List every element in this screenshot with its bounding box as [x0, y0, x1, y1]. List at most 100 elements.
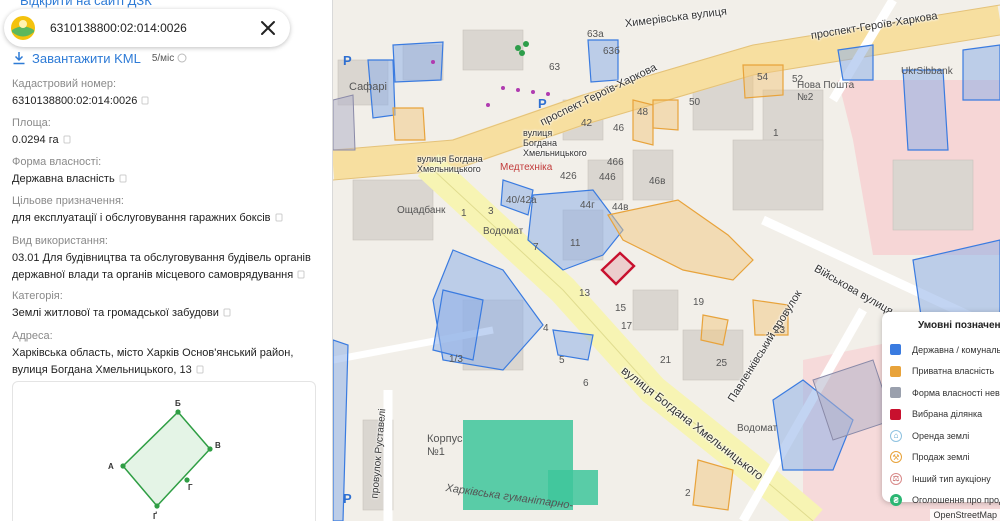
house-number: 63: [549, 62, 561, 73]
house-number: 7: [533, 242, 539, 253]
hryvnia-icon: ₴: [890, 494, 902, 507]
street-label: вулиця Богдана Хмельницького: [417, 154, 483, 174]
copy-icon[interactable]: [63, 135, 72, 144]
house-number: 1/3: [449, 354, 463, 365]
copy-icon[interactable]: [119, 174, 128, 183]
parcel-info-panel: Відкрити на сайті ДЗК 6310138800:02:014:…: [0, 0, 333, 521]
house-number: 4: [543, 323, 549, 334]
house-number: 50: [689, 97, 701, 108]
copy-icon[interactable]: [141, 96, 150, 105]
search-input[interactable]: 6310138800:02:014:0026: [50, 21, 258, 35]
house-number: 23: [774, 325, 786, 336]
house-number: 1: [461, 208, 467, 219]
legend-label: Вибрана ділянка: [912, 409, 983, 420]
poi-label: Ощадбанк: [397, 205, 446, 216]
legend-item: Форма власності невідома: [890, 382, 1000, 404]
search-bar[interactable]: 6310138800:02:014:0026: [4, 9, 290, 47]
legend-item: ₴ Оголошення про продаж: [890, 490, 1000, 512]
vertex-label: В: [215, 441, 221, 450]
house-number: 48: [637, 107, 649, 118]
house-number: 21: [660, 355, 672, 366]
house-number: 46в: [649, 176, 666, 187]
legend-title: Умовні позначення: [918, 320, 1000, 331]
legend-label: Державна / комунальна: [912, 344, 1000, 355]
svg-text:P: P: [538, 96, 547, 111]
house-number: 54: [757, 72, 769, 83]
field-label: Форма власності:: [12, 156, 102, 168]
field-label: Категорія:: [12, 290, 63, 302]
parcel-shape-preview: Б В Г Ґ А: [12, 381, 316, 521]
legend-item: ⚒ Продаж землі: [890, 447, 1000, 469]
download-kml-label: Завантажити KML: [32, 50, 141, 66]
legend-label: Форма власності невідома: [912, 387, 1000, 398]
cadastral-number-field: Кадастровий номер: 6310138800:02:014:002…: [12, 77, 322, 110]
map-attribution[interactable]: OpenStreetMap: [930, 509, 1000, 521]
sale-icon: ⚒: [890, 451, 902, 464]
house-number: 466: [607, 157, 624, 168]
field-label: Площа:: [12, 117, 51, 129]
legend-swatch: [890, 344, 901, 356]
area-field: Площа: 0.0294 га: [12, 116, 322, 149]
field-label: Цільове призначення:: [12, 195, 124, 207]
copy-icon[interactable]: [196, 365, 205, 374]
map-legend: Умовні позначення Державна / комунальна …: [882, 312, 1000, 507]
field-value: Землі житлової та громадської забудови: [12, 307, 219, 319]
house-number: 1: [773, 128, 779, 139]
legend-label: Інший тип аукціону: [912, 473, 991, 484]
svg-text:P: P: [343, 491, 352, 506]
address-field: Адреса: Харківська область, місто Харків…: [12, 329, 322, 379]
poi-label: Водомат: [737, 423, 778, 434]
legend-label: Оренда землі: [912, 430, 970, 441]
house-number: 11: [570, 238, 581, 249]
house-number: 63б: [603, 46, 620, 57]
copy-icon[interactable]: [275, 213, 284, 222]
house-number: 17: [621, 321, 633, 332]
house-number: 3: [488, 206, 494, 217]
house-number: 2: [685, 488, 691, 499]
cadastral-map[interactable]: P P P Химерівська вулиця проспект-Героїв…: [333, 0, 1000, 521]
house-number: 426: [560, 171, 577, 182]
legend-label: Приватна власність: [912, 366, 995, 377]
house-number: 46: [613, 123, 625, 134]
legend-item: Вибрана ділянка: [890, 404, 1000, 426]
house-number: 5: [559, 355, 565, 366]
legend-swatch: [890, 365, 901, 377]
open-dzk-link[interactable]: Відкрити на сайті ДЗК: [20, 0, 152, 8]
poi-label: Нова Пошта №2: [797, 80, 855, 103]
legend-swatch: [890, 408, 901, 420]
house-number: 19: [693, 297, 705, 308]
vertex-label: А: [108, 462, 114, 471]
house-number: 15: [615, 303, 627, 314]
field-label: Вид використання:: [12, 235, 108, 247]
field-label: Кадастровий номер:: [12, 78, 117, 90]
field-value: 0.0294 га: [12, 134, 59, 146]
legend-item: Приватна власність: [890, 361, 1000, 383]
street-label: вулиця Богдана Хмельницького: [523, 128, 587, 158]
category-field: Категорія: Землі житлової та громадської…: [12, 289, 322, 322]
house-number: 44в: [612, 202, 629, 213]
vertex-label: Г: [188, 483, 193, 492]
legend-item: ⌂ Оренда землі: [890, 425, 1000, 447]
field-value: Державна власність: [12, 173, 115, 185]
poi-label: Водомат: [483, 226, 524, 237]
rent-icon: ⌂: [890, 429, 902, 442]
legend-label: Продаж землі: [912, 452, 970, 463]
close-icon[interactable]: [258, 18, 278, 38]
copy-icon[interactable]: [223, 308, 232, 317]
download-kml-button[interactable]: Завантажити KML 5/міс: [12, 50, 187, 66]
app-logo-icon: [11, 16, 35, 40]
field-value: Харківська область, місто Харків Основ'я…: [12, 347, 294, 376]
house-number: 42: [581, 118, 593, 129]
house-number: 40/42а: [506, 195, 537, 206]
poi-label: UkrSibbank: [901, 66, 953, 77]
copy-icon[interactable]: [297, 270, 306, 279]
poi-label: Сафарі: [349, 81, 387, 93]
house-number: 52: [792, 74, 804, 85]
purpose-field: Цільове призначення: для експлуатації і …: [12, 194, 322, 227]
house-number: 13: [579, 288, 591, 299]
field-value: 6310138800:02:014:0026: [12, 95, 138, 107]
info-icon[interactable]: [177, 53, 187, 63]
svg-text:P: P: [343, 53, 352, 68]
legend-item: Державна / комунальна: [890, 339, 1000, 361]
poi-label: Медтехніка: [500, 162, 553, 173]
